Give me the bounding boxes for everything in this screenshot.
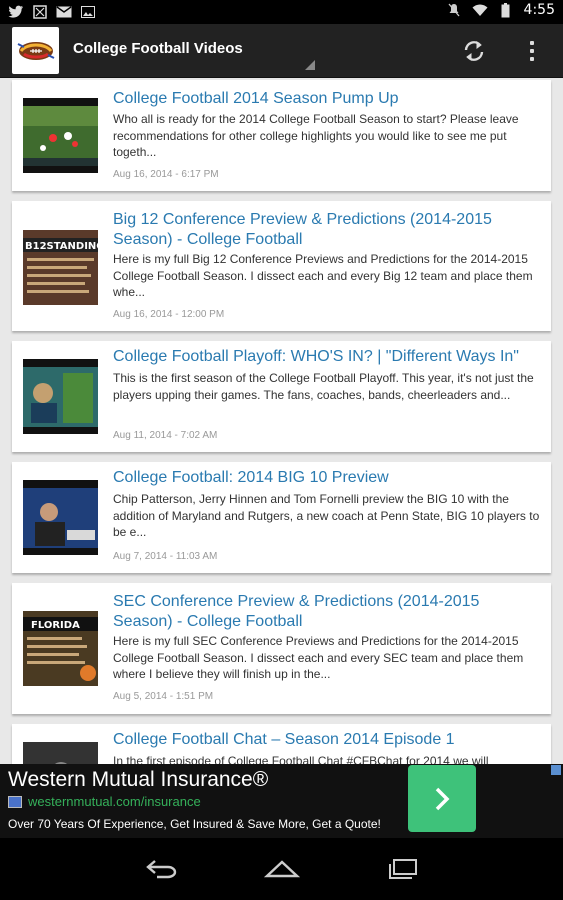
list-item[interactable]: FLORIDA SEC Conference Preview & Predict…	[12, 583, 551, 714]
dropdown-indicator-icon[interactable]	[305, 60, 315, 70]
video-date: Aug 11, 2014 - 7:02 AM	[113, 430, 218, 441]
video-thumbnail[interactable]	[23, 359, 98, 434]
app-notification-icon	[32, 4, 48, 20]
video-title-link[interactable]: SEC Conference Preview & Predictions (20…	[113, 592, 541, 632]
video-date: Aug 5, 2014 - 1:51 PM	[113, 691, 214, 702]
ad-description: Over 70 Years Of Experience, Get Insured…	[8, 817, 381, 831]
battery-icon	[498, 2, 514, 18]
image-icon	[80, 4, 96, 20]
navigation-bar	[0, 838, 563, 900]
thumb-text: FLORIDA	[31, 620, 80, 631]
video-thumbnail[interactable]	[23, 742, 98, 764]
video-thumbnail[interactable]: FLORIDA	[23, 611, 98, 686]
refresh-icon	[464, 41, 484, 61]
list-item[interactable]: College Football Playoff: WHO'S IN? | "D…	[12, 341, 551, 452]
video-description: In the first episode of College Football…	[113, 754, 489, 764]
video-date: Aug 16, 2014 - 6:17 PM	[113, 169, 219, 180]
list-item[interactable]: College Football 2014 Season Pump Up Who…	[12, 80, 551, 191]
video-description: Here is my full SEC Conference Previews …	[113, 634, 524, 681]
ad-title[interactable]: Western Mutual Insurance®	[8, 768, 268, 792]
video-title-link[interactable]: College Football: 2014 BIG 10 Preview	[113, 468, 541, 488]
video-title-link[interactable]: College Football Chat – Season 2014 Epis…	[113, 730, 541, 750]
list-item[interactable]: College Football Chat – Season 2014 Epis…	[12, 724, 551, 764]
ad-link[interactable]: westernmutual.com/insurance	[28, 794, 201, 809]
video-description: Chip Patterson, Jerry Hinnen and Tom For…	[113, 492, 540, 539]
video-date: Aug 16, 2014 - 12:00 PM	[113, 309, 225, 320]
home-icon	[264, 860, 300, 878]
ad-cta-button[interactable]	[408, 765, 476, 832]
overflow-menu-button[interactable]	[522, 36, 542, 66]
video-thumbnail[interactable]	[23, 98, 98, 173]
back-button[interactable]	[142, 856, 182, 882]
mute-icon	[446, 2, 462, 18]
video-description: Here is my full Big 12 Conference Previe…	[113, 252, 533, 299]
video-title-link[interactable]: College Football Playoff: WHO'S IN? | "D…	[113, 347, 541, 367]
chevron-right-icon	[435, 787, 450, 810]
status-bar: 4:55	[0, 0, 563, 24]
list-item[interactable]: College Football: 2014 BIG 10 Preview Ch…	[12, 462, 551, 573]
video-date: Aug 7, 2014 - 11:03 AM	[113, 551, 218, 562]
video-thumbnail[interactable]: B12STANDING	[23, 230, 98, 305]
thumb-text: B12STANDING	[25, 241, 98, 252]
video-list[interactable]: College Football 2014 Season Pump Up Who…	[0, 78, 563, 764]
status-clock: 4:55	[523, 2, 555, 18]
recent-apps-icon	[389, 859, 417, 879]
refresh-button[interactable]	[460, 37, 488, 65]
video-description: Who all is ready for the 2014 College Fo…	[113, 112, 519, 159]
action-bar: College Football Videos	[0, 24, 563, 78]
home-button[interactable]	[262, 856, 302, 882]
page-title: College Football Videos	[73, 40, 243, 57]
recent-apps-button[interactable]	[382, 856, 422, 882]
video-thumbnail[interactable]	[23, 480, 98, 555]
video-title-link[interactable]: College Football 2014 Season Pump Up	[113, 89, 541, 109]
twitter-icon	[8, 4, 24, 20]
ad-link-icon	[8, 796, 22, 808]
wifi-icon	[472, 2, 488, 18]
gmail-icon	[56, 4, 72, 20]
app-logo[interactable]	[12, 27, 59, 74]
ad-banner[interactable]: Western Mutual Insurance® westernmutual.…	[0, 764, 563, 838]
ad-choices-icon[interactable]	[551, 765, 561, 775]
video-title-link[interactable]: Big 12 Conference Preview & Predictions …	[113, 210, 541, 250]
video-description: This is the first season of the College …	[113, 371, 534, 402]
list-item[interactable]: B12STANDING Big 12 Conference Preview & …	[12, 201, 551, 331]
back-icon	[146, 860, 177, 879]
